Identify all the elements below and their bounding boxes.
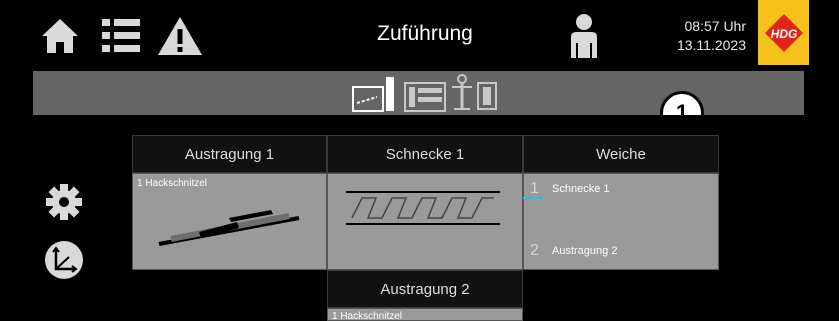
tab-storage[interactable] [403,75,447,113]
feed-system-icon [352,77,394,112]
home-button[interactable] [38,14,82,58]
user-button[interactable] [564,12,604,60]
gear-icon [46,184,82,220]
menu-button[interactable] [99,14,143,58]
warning-button[interactable] [155,14,205,58]
brand-logo: HDG [758,0,809,65]
discharge-auger-icon [158,210,300,246]
fuel-type-label: 1 Hackschnitzel [137,178,208,189]
column-panel-weiche[interactable]: 1 Schnecke 1 2 Austragung 2 [523,173,719,270]
top-bar: Zuführung 08:57 Uhr 13.11.2023 HDG [0,0,839,70]
tab-boiler[interactable] [450,73,500,113]
column-header-austragung-2[interactable]: Austragung 2 [327,270,523,308]
route-option-1[interactable]: 1 Schnecke 1 [530,180,609,198]
column-panel-austragung-2[interactable]: 1 Hackschnitzel [327,308,523,321]
active-route-indicator [523,197,543,199]
svg-text:HDG: HDG [770,27,797,41]
home-icon [42,19,78,53]
auger-screw-icon [346,191,500,225]
column-panel-austragung-1[interactable]: 1 Hackschnitzel [132,173,327,270]
clock-time: 08:57 Uhr [684,18,746,34]
route-option-2[interactable]: 2 Austragung 2 [530,242,617,260]
chart-button[interactable] [42,238,86,282]
boiler-valve-icon [452,74,497,110]
list-icon [102,19,140,52]
route-number: 1 [530,180,539,197]
clock: 08:57 Uhr 13.11.2023 [650,17,746,55]
route-label: Austragung 2 [552,245,618,257]
warning-icon [158,17,202,55]
settings-button[interactable] [42,180,86,224]
storage-room-icon [404,82,446,112]
column-header-austragung-1[interactable]: Austragung 1 [132,135,327,173]
column-header-weiche[interactable]: Weiche [523,135,719,173]
user-icon [571,14,597,58]
tab-zufuehrung[interactable] [351,75,399,113]
hdg-logo-icon: HDG [764,13,803,52]
route-label: Schnecke 1 [552,183,610,195]
clock-date: 13.11.2023 [676,37,746,53]
route-number: 2 [530,242,539,259]
fuel-type-label: 1 Hackschnitzel [332,311,403,321]
page-title: Zuführung [377,22,473,45]
column-panel-schnecke-1[interactable] [327,173,523,270]
column-header-schnecke-1[interactable]: Schnecke 1 [327,135,523,173]
axis-chart-icon [45,241,83,279]
